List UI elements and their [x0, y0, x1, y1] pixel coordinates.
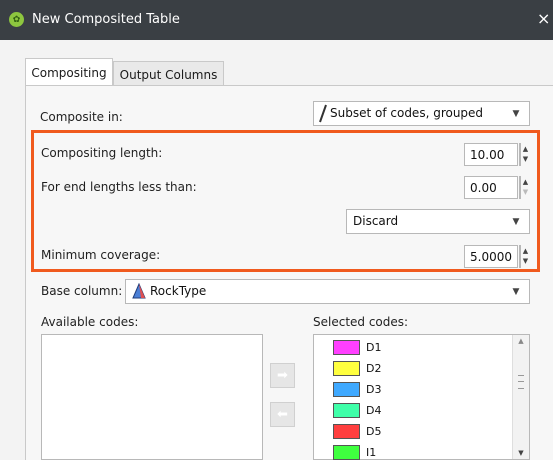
remove-code-button[interactable]: ⬅: [270, 402, 295, 427]
chevron-down-icon[interactable]: ▼: [503, 280, 529, 303]
compositing-length-input[interactable]: 10.00: [464, 143, 518, 166]
tab-label: Output Columns: [119, 67, 218, 82]
tab-output-columns[interactable]: Output Columns: [113, 61, 224, 87]
composite-in-select[interactable]: Subset of codes, grouped ▼: [313, 101, 530, 126]
end-lengths-action-select[interactable]: Discard ▼: [346, 209, 530, 234]
spin-up-icon[interactable]: ▲: [520, 144, 531, 154]
minimum-coverage-input[interactable]: 5.0000: [464, 245, 518, 268]
available-codes-label: Available codes:: [41, 315, 139, 329]
color-swatch: [333, 340, 360, 355]
close-button[interactable]: ×: [537, 10, 550, 28]
selected-codes-label: Selected codes:: [313, 315, 409, 329]
code-label: D3: [366, 383, 382, 396]
spin-down-icon[interactable]: ▼: [520, 256, 531, 266]
selected-codes-list[interactable]: D1 D2 D3 D4 D5 I1 ▲ ▼: [313, 334, 530, 460]
minimum-coverage-stepper[interactable]: ▲ ▼: [519, 245, 528, 268]
color-swatch: [333, 361, 360, 376]
add-code-button[interactable]: ➡: [270, 363, 295, 388]
scroll-thumb-grip-icon[interactable]: [518, 375, 524, 389]
spin-up-icon[interactable]: ▲: [520, 246, 531, 256]
arrow-right-icon: ➡: [277, 368, 288, 383]
available-codes-list[interactable]: [41, 334, 263, 460]
code-label: D2: [366, 362, 382, 375]
color-swatch: [333, 445, 360, 460]
tab-label: Compositing: [31, 65, 107, 80]
code-label: D5: [366, 425, 382, 438]
composite-in-label: Composite in:: [40, 110, 123, 124]
app-logo-icon: ✿: [9, 12, 24, 27]
end-lengths-input[interactable]: 0.00: [464, 176, 518, 199]
spin-down-icon[interactable]: ▼: [520, 154, 531, 164]
base-column-label: Base column:: [41, 284, 123, 298]
end-lengths-label: For end lengths less than:: [41, 180, 197, 194]
compositing-length-label: Compositing length:: [41, 146, 163, 160]
scroll-up-icon[interactable]: ▲: [513, 337, 529, 345]
end-lengths-action-value: Discard: [353, 214, 399, 228]
rock-type-column-icon: [132, 283, 146, 299]
color-swatch: [333, 403, 360, 418]
scroll-down-icon[interactable]: ▼: [513, 449, 529, 457]
compositing-length-value: 10.00: [470, 148, 505, 162]
minimum-coverage-value: 5.0000: [470, 250, 512, 264]
title-bar: ✿ New Composited Table ×: [0, 0, 553, 40]
vertical-scrollbar[interactable]: ▲ ▼: [512, 335, 529, 459]
window-title: New Composited Table: [32, 12, 180, 27]
chevron-down-icon[interactable]: ▼: [503, 210, 529, 233]
end-lengths-value: 0.00: [470, 181, 497, 195]
end-lengths-stepper[interactable]: ▲ ▼: [519, 176, 528, 199]
color-swatch: [333, 424, 360, 439]
code-label: D4: [366, 404, 382, 417]
base-column-value: RockType: [150, 284, 207, 298]
spin-up-icon[interactable]: ▲: [520, 177, 531, 187]
tab-compositing[interactable]: Compositing: [25, 58, 113, 86]
color-swatch: [333, 382, 360, 397]
compositing-length-stepper[interactable]: ▲ ▼: [519, 143, 528, 166]
spin-down-icon[interactable]: ▼: [520, 187, 531, 197]
pencil-icon: [319, 104, 327, 123]
base-column-select[interactable]: RockType ▼: [125, 279, 530, 304]
minimum-coverage-label: Minimum coverage:: [41, 248, 161, 262]
arrow-left-icon: ⬅: [277, 407, 288, 422]
chevron-down-icon[interactable]: ▼: [503, 102, 529, 125]
code-label: D1: [366, 341, 382, 354]
code-label: I1: [366, 446, 377, 459]
composite-in-value: Subset of codes, grouped: [330, 106, 484, 120]
